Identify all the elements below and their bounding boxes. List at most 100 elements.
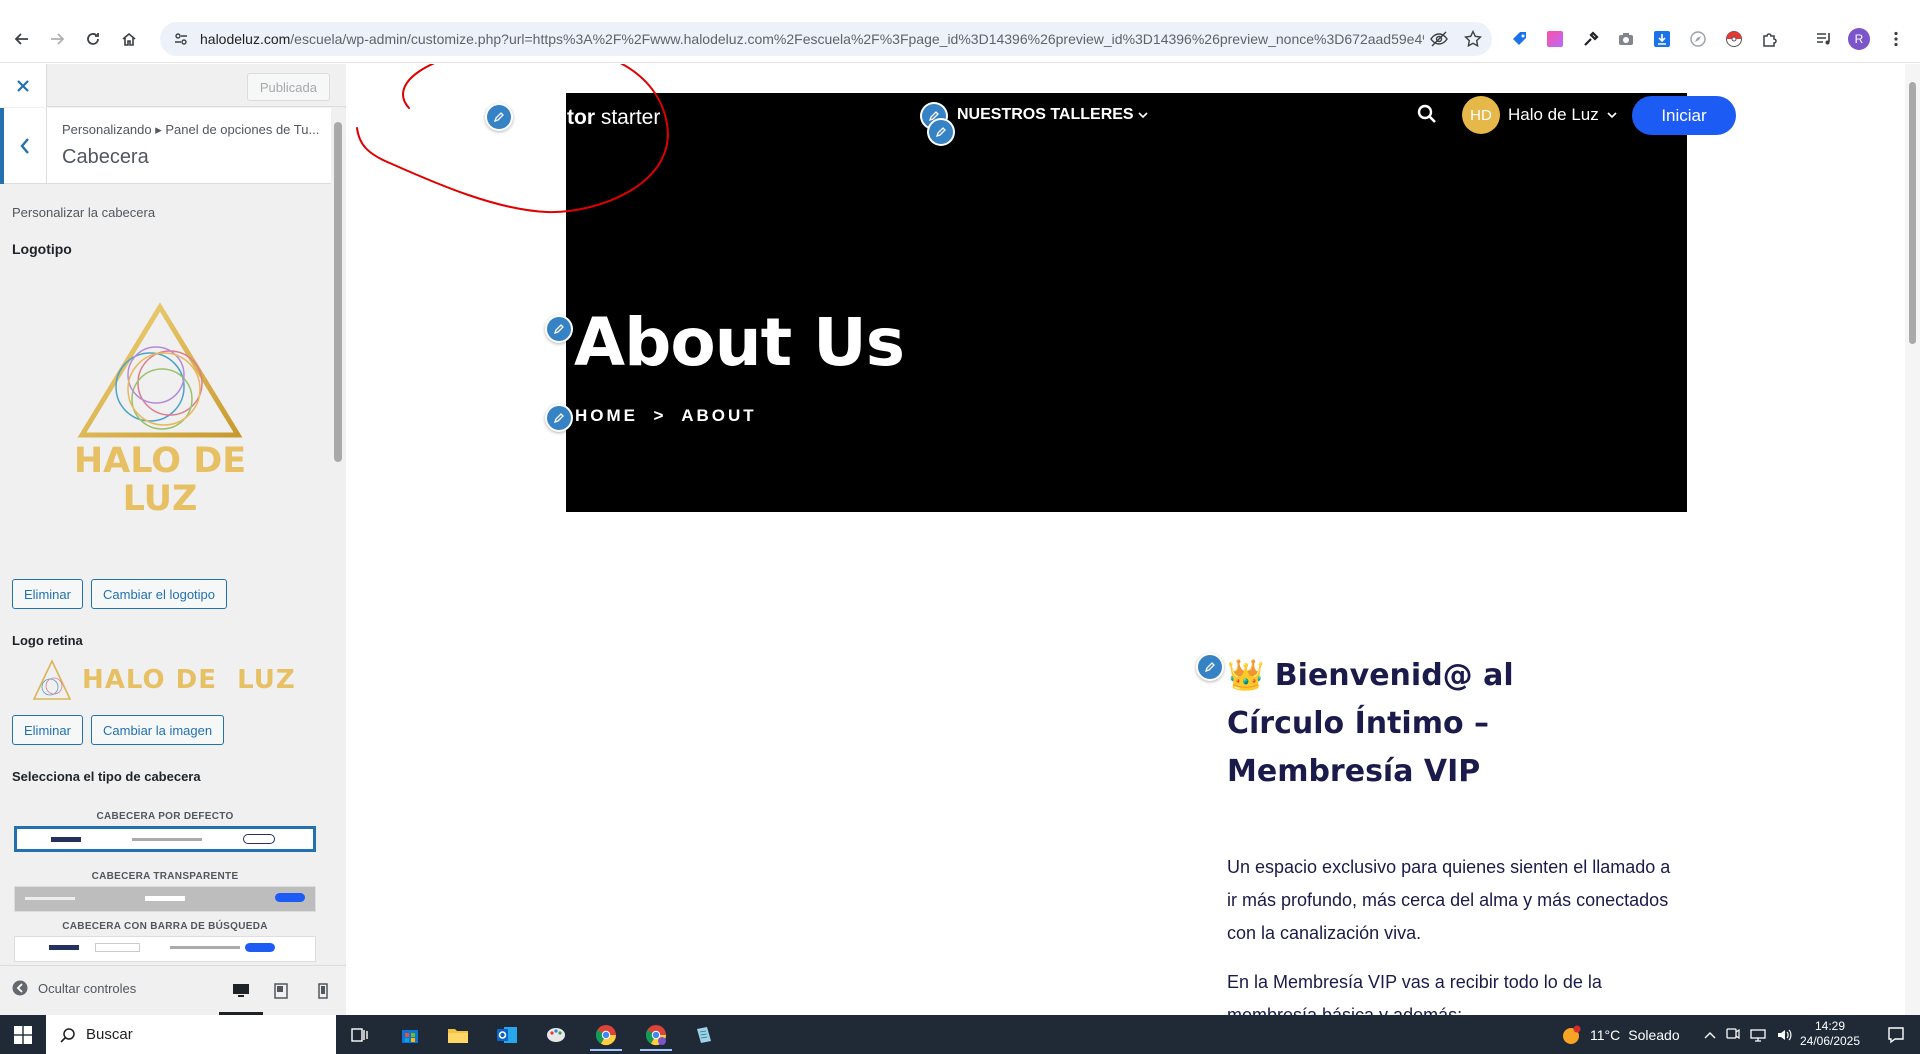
hide-controls-button[interactable]: Ocultar controles bbox=[12, 980, 136, 996]
tune-icon bbox=[175, 33, 187, 45]
customizer-sidebar: Publicada Personalizando ▸ Panel de opci… bbox=[0, 64, 346, 1015]
user-name: Halo de Luz bbox=[1508, 105, 1599, 124]
mobile-preview-button[interactable] bbox=[308, 976, 338, 1006]
notification-center-button[interactable] bbox=[1876, 1015, 1916, 1054]
chrome-app[interactable] bbox=[584, 1018, 628, 1051]
hero-banner bbox=[566, 93, 1687, 512]
media-control-button[interactable] bbox=[1810, 25, 1838, 53]
tablet-preview-button[interactable] bbox=[266, 976, 296, 1006]
close-customizer-button[interactable] bbox=[0, 64, 47, 107]
store-app[interactable] bbox=[388, 1018, 432, 1051]
meet-now-icon[interactable] bbox=[1726, 1027, 1740, 1043]
publish-button[interactable]: Publicada bbox=[246, 73, 330, 101]
chevron-up-icon[interactable] bbox=[1704, 1030, 1716, 1040]
section-controls: Personalizar la cabecera Logotipo HALO D… bbox=[0, 185, 331, 965]
outlook-icon bbox=[497, 1026, 517, 1043]
address-bar[interactable]: halodeluz.com/escuela/wp-admin/customize… bbox=[160, 22, 1492, 56]
back-to-panel-button[interactable] bbox=[0, 108, 47, 184]
remove-logo-button[interactable]: Eliminar bbox=[12, 579, 83, 609]
browser-menu-button[interactable] bbox=[1882, 25, 1910, 53]
content-paragraph: Un espacio exclusivo para quienes siente… bbox=[1227, 857, 1671, 943]
extension-gradient-button[interactable] bbox=[1541, 25, 1569, 53]
site-search-button[interactable] bbox=[1417, 104, 1437, 124]
file-explorer-app[interactable] bbox=[436, 1018, 480, 1051]
extension-tag-button[interactable] bbox=[1506, 25, 1534, 53]
content-heading: 👑 Bienvenid@ al Círculo Íntimo – Membres… bbox=[1227, 658, 1514, 789]
scrollbar-thumb[interactable] bbox=[334, 122, 342, 462]
remove-retina-button[interactable]: Eliminar bbox=[12, 715, 83, 745]
extension-pokeball-button[interactable] bbox=[1720, 25, 1748, 53]
extension-download-button[interactable] bbox=[1648, 25, 1676, 53]
eyedropper-icon bbox=[1584, 31, 1599, 46]
url-text: halodeluz.com/escuela/wp-admin/customize… bbox=[200, 31, 1424, 47]
nav-item-nuestros-talleres[interactable]: NUESTROS TALLERES bbox=[957, 106, 1148, 124]
section-title-bar: Personalizando ▸ Panel de opciones de Tu… bbox=[0, 108, 331, 184]
start-button[interactable] bbox=[0, 1015, 46, 1054]
edit-breadcrumb-pencil[interactable] bbox=[545, 404, 573, 432]
palette-icon bbox=[547, 1027, 565, 1042]
pencil-icon bbox=[553, 413, 564, 424]
halo-de-luz-logo-mark bbox=[77, 303, 243, 438]
network-icon[interactable] bbox=[1750, 1027, 1766, 1043]
edit-hero-title-pencil[interactable] bbox=[545, 315, 573, 343]
header-option-transparent[interactable]: CABECERA TRANSPARENTE bbox=[14, 871, 316, 912]
arrow-right-icon bbox=[51, 33, 65, 45]
change-logo-button[interactable]: Cambiar el logotipo bbox=[91, 579, 228, 609]
extension-camera-button[interactable] bbox=[1612, 25, 1640, 53]
close-icon bbox=[17, 79, 29, 92]
search-icon bbox=[1417, 104, 1436, 123]
scrollbar-thumb[interactable] bbox=[1909, 82, 1916, 344]
user-menu[interactable]: HD Halo de Luz bbox=[1462, 96, 1617, 134]
header-option-search-bar[interactable]: CABECERA CON BARRA DE BÚSQUEDA bbox=[14, 921, 316, 962]
customizer-breadcrumb: Personalizando ▸ Panel de opciones de Tu… bbox=[62, 122, 320, 137]
volume-icon[interactable] bbox=[1776, 1027, 1792, 1043]
sidebar-scrollbar[interactable] bbox=[331, 108, 346, 964]
profile-button[interactable]: R bbox=[1845, 25, 1873, 53]
chrome-icon bbox=[595, 1024, 617, 1045]
task-view-button[interactable] bbox=[338, 1018, 382, 1051]
extension-eyedropper-button[interactable] bbox=[1577, 25, 1605, 53]
edit-site-title-pencil[interactable] bbox=[485, 103, 513, 131]
forward-nav-button[interactable] bbox=[40, 22, 74, 56]
reload-button[interactable] bbox=[76, 22, 110, 56]
chevron-left-icon bbox=[20, 138, 29, 154]
site-title-link[interactable]: tor starter bbox=[567, 106, 747, 130]
paint-app[interactable] bbox=[534, 1018, 578, 1051]
music-queue-icon bbox=[1817, 33, 1830, 45]
notepad-app[interactable] bbox=[682, 1018, 726, 1051]
preview-scrollbar[interactable] bbox=[1905, 64, 1920, 1015]
star-icon bbox=[1464, 30, 1482, 48]
home-icon bbox=[122, 32, 136, 46]
edit-content-pencil[interactable] bbox=[1196, 653, 1224, 681]
chrome-profile-app[interactable] bbox=[634, 1018, 678, 1051]
back-nav-button[interactable] bbox=[5, 22, 39, 56]
extensions-menu-button[interactable] bbox=[1756, 25, 1784, 53]
weather-widget[interactable]: 11°C Soleado bbox=[1562, 1015, 1680, 1054]
profile-avatar: R bbox=[1848, 28, 1870, 50]
desktop-preview-button[interactable] bbox=[219, 976, 263, 1015]
eye-off-button[interactable] bbox=[1424, 24, 1454, 54]
download-icon bbox=[1654, 31, 1670, 47]
bookmark-star-button[interactable] bbox=[1458, 24, 1488, 54]
search-icon bbox=[60, 1027, 75, 1043]
site-info-button[interactable] bbox=[166, 24, 196, 54]
login-button[interactable]: Iniciar bbox=[1632, 96, 1736, 135]
header-option-default[interactable]: CABECERA POR DEFECTO bbox=[14, 811, 316, 852]
section-title: Cabecera bbox=[62, 146, 149, 168]
change-image-button[interactable]: Cambiar la imagen bbox=[91, 715, 225, 745]
sun-icon bbox=[1563, 1025, 1581, 1044]
system-clock[interactable]: 14:29 24/06/2025 bbox=[1796, 1019, 1864, 1049]
compass-icon bbox=[1690, 31, 1706, 47]
windows-taskbar: Buscar 11°C Soleado 14:29 24/06/2025 bbox=[0, 1015, 1920, 1054]
header-option-thumbnail bbox=[14, 936, 316, 962]
logo-preview[interactable]: HALO DE LUZ bbox=[60, 303, 260, 523]
collapse-arrow-icon bbox=[12, 980, 28, 996]
outlook-app[interactable] bbox=[485, 1018, 529, 1051]
taskbar-search[interactable]: Buscar bbox=[46, 1015, 336, 1054]
extension-compass-button[interactable] bbox=[1684, 25, 1712, 53]
site-preview: tor starter NUESTROS TALLERES HD Halo de… bbox=[347, 64, 1920, 1015]
home-button[interactable] bbox=[112, 22, 146, 56]
retina-logo-preview[interactable]: HALO DE LUZ bbox=[32, 659, 296, 701]
edit-menu-item-pencil[interactable] bbox=[927, 118, 955, 146]
pencil-icon bbox=[553, 324, 564, 335]
